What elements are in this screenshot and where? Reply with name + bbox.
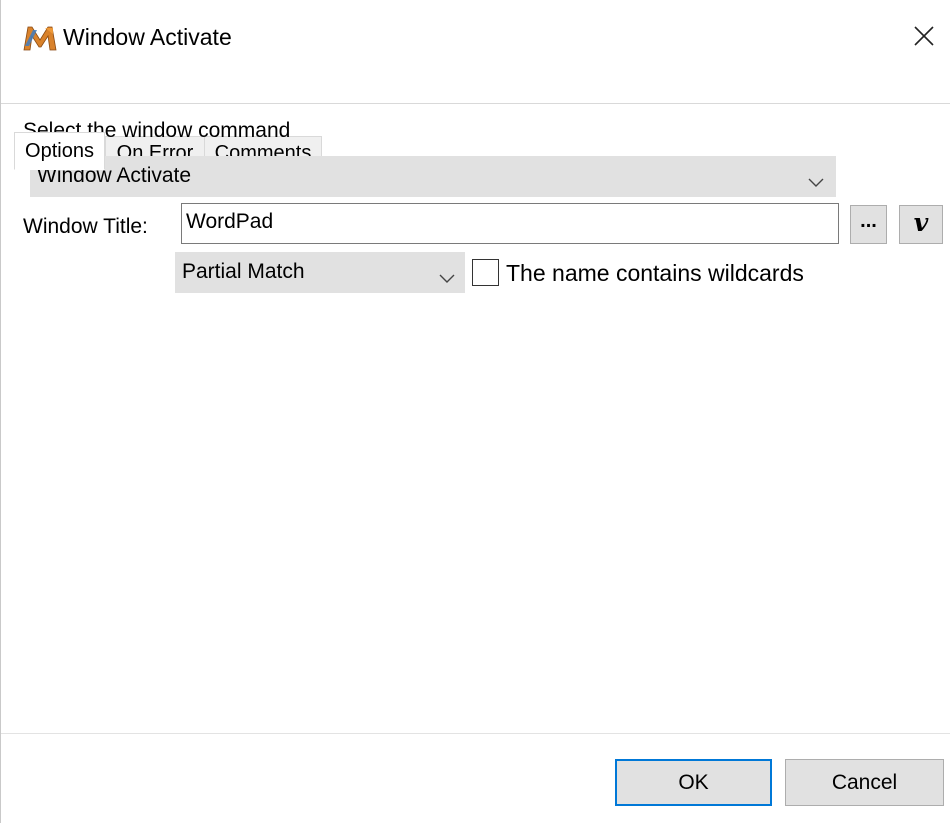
dialog-window: Window Activate Options On Error Comment…: [0, 0, 950, 823]
wildcards-label[interactable]: The name contains wildcards: [506, 259, 804, 287]
match-type-value: Partial Match: [182, 260, 305, 283]
macro-app-icon: [23, 24, 57, 52]
match-type-dropdown[interactable]: Partial Match: [175, 252, 465, 293]
ok-button[interactable]: OK: [615, 759, 772, 806]
wildcards-checkbox[interactable]: [472, 259, 499, 286]
variable-icon: v: [913, 208, 929, 237]
window-title-label: Window Title:: [23, 215, 148, 238]
window-command-dropdown[interactable]: Window Activate: [30, 156, 836, 197]
tab-options[interactable]: Options: [14, 132, 105, 170]
close-button[interactable]: [901, 14, 947, 60]
cancel-button[interactable]: Cancel: [785, 759, 944, 806]
chevron-down-icon: [438, 265, 456, 293]
chevron-down-icon: [807, 169, 825, 197]
tab-bar: Options On Error Comments: [1, 66, 950, 170]
browse-button-label: ...: [860, 210, 877, 232]
tab-divider: [1, 103, 950, 104]
browse-button[interactable]: ...: [850, 205, 887, 244]
window-title-input[interactable]: [181, 203, 839, 244]
title-bar: Window Activate: [1, 0, 950, 72]
insert-variable-button[interactable]: v: [899, 205, 943, 244]
close-icon: [901, 14, 947, 60]
footer-divider: [1, 733, 950, 734]
window-title: Window Activate: [63, 24, 232, 50]
